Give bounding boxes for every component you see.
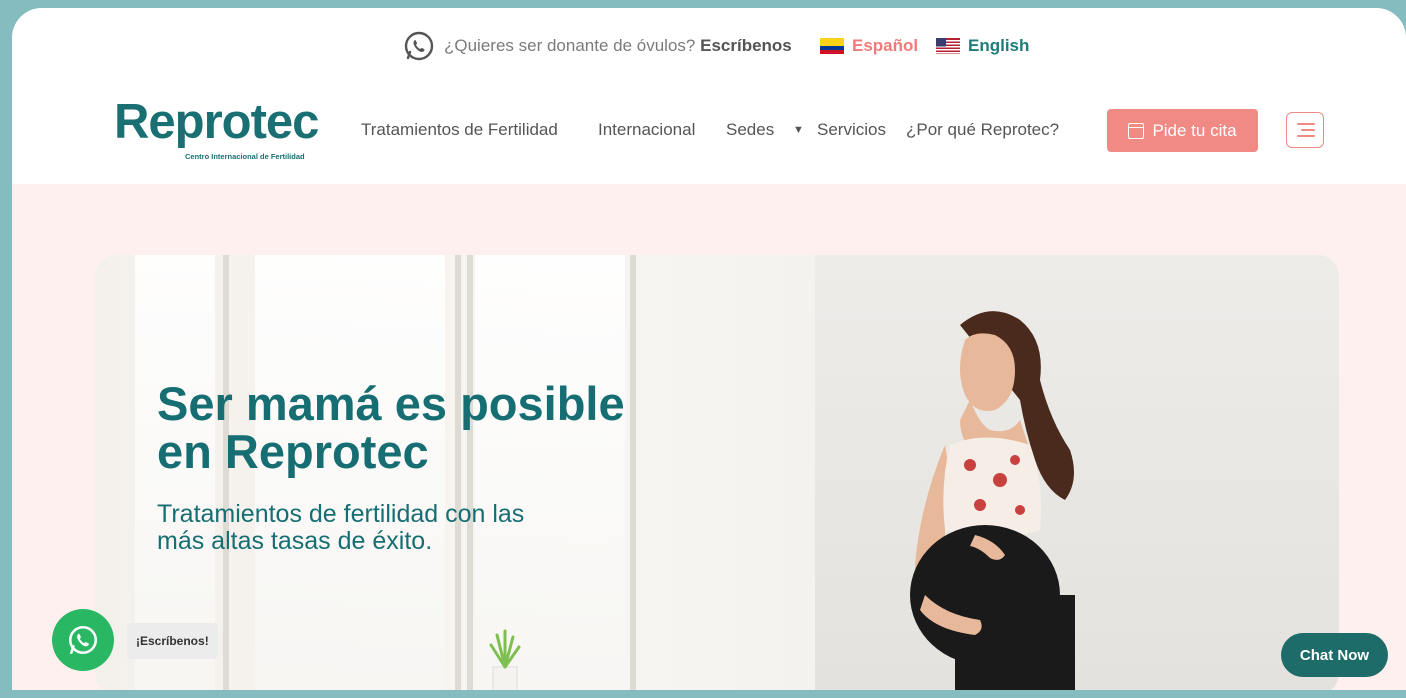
cta-label: Pide tu cita	[1152, 120, 1237, 140]
nav-por-que-reprotec[interactable]: ¿Por qué Reprotec?	[906, 120, 1059, 140]
hero-subtitle: Tratamientos de fertilidad con las más a…	[157, 501, 524, 555]
usa-flag-icon	[936, 38, 960, 54]
donor-link[interactable]: Escríbenos	[700, 36, 792, 55]
hero-title: Ser mamá es posible en Reprotec	[157, 380, 625, 476]
whatsapp-float-button[interactable]	[52, 609, 114, 671]
nav-internacional[interactable]: Internacional	[598, 120, 695, 140]
whatsapp-icon	[68, 625, 98, 655]
reprotec-logo[interactable]: Reprotec Centro Internacional de Fertili…	[114, 94, 334, 164]
hero-subtitle-line-1: Tratamientos de fertilidad con las	[157, 500, 525, 528]
nav-tratamientos[interactable]: Tratamientos de Fertilidad	[361, 120, 558, 140]
pide-tu-cita-button[interactable]: Pide tu cita	[1107, 109, 1258, 152]
plant-image	[489, 629, 521, 690]
main-header: Reprotec Centro Internacional de Fertili…	[12, 78, 1406, 184]
top-bar: ¿Quieres ser donante de óvulos? Escríben…	[12, 8, 1406, 78]
chat-now-button[interactable]: Chat Now	[1281, 633, 1388, 677]
language-spanish-link[interactable]: Español	[852, 36, 918, 56]
logo-wordmark: Reprotec	[114, 95, 319, 149]
chevron-down-icon[interactable]: ▼	[793, 124, 804, 136]
hero-subtitle-line-2: más altas tasas de éxito.	[157, 527, 433, 555]
whatsapp-label[interactable]: ¡Escríbenos!	[127, 623, 218, 659]
hero-banner: Ser mamá es posible en Reprotec Tratamie…	[95, 255, 1339, 690]
calendar-icon	[1128, 122, 1145, 139]
language-english-link[interactable]: English	[968, 36, 1029, 56]
colombia-flag-icon	[820, 38, 844, 54]
nav-servicios[interactable]: Servicios	[817, 120, 886, 140]
donor-question: ¿Quieres ser donante de óvulos?	[444, 36, 696, 55]
whatsapp-icon[interactable]	[403, 30, 435, 62]
hero-title-line-1: Ser mamá es posible	[157, 377, 625, 430]
logo-tagline: Centro Internacional de Fertilidad	[185, 152, 305, 161]
pregnant-woman-image	[910, 311, 1075, 690]
hero-title-line-2: en Reprotec	[157, 425, 429, 478]
nav-sedes[interactable]: Sedes	[726, 120, 774, 140]
browser-frame: ¿Quieres ser donante de óvulos? Escríben…	[12, 8, 1406, 690]
hamburger-icon[interactable]	[1286, 112, 1324, 148]
donor-text: ¿Quieres ser donante de óvulos? Escríben…	[444, 36, 792, 56]
